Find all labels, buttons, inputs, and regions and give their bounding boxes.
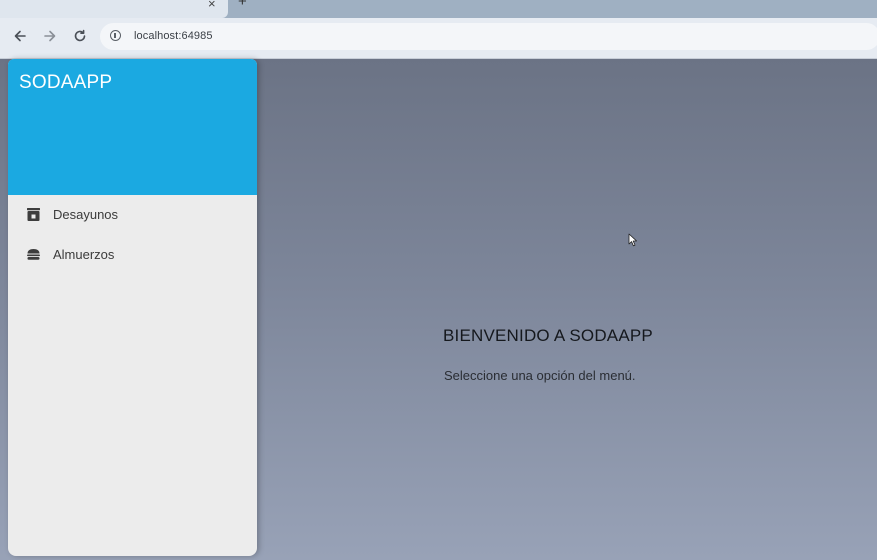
welcome-subtitle: Seleccione una opción del menú. — [444, 368, 636, 383]
url-text: localhost:64985 — [134, 30, 213, 42]
info-icon[interactable] — [110, 30, 121, 41]
navigation-drawer: SODAAPP Desayunos Almuerzos — [8, 59, 257, 556]
browser-toolbar: localhost:64985 — [0, 18, 877, 59]
welcome-title: BIENVENIDO A SODAAPP — [443, 326, 653, 345]
menu-item-label: Almuerzos — [53, 247, 115, 262]
new-tab-button[interactable]: + — [238, 0, 247, 9]
screen: × + localhost:64985 SODAAPP Desayunos Al… — [0, 0, 877, 560]
drawer-header: SODAAPP — [8, 59, 257, 195]
arrow-right-icon — [44, 30, 56, 42]
tab-close-icon[interactable]: × — [208, 0, 216, 11]
forward-button[interactable] — [40, 26, 60, 46]
address-bar[interactable]: localhost:64985 — [100, 23, 877, 50]
menu-item-almuerzos[interactable]: Almuerzos — [8, 236, 257, 274]
page-content: SODAAPP Desayunos Almuerzos BIENVENIDO A… — [0, 59, 877, 560]
storefront-icon — [27, 208, 40, 221]
main-area: BIENVENIDO A SODAAPP Seleccione una opci… — [257, 59, 877, 560]
browser-tab[interactable]: × — [0, 0, 228, 18]
app-title: SODAAPP — [19, 72, 113, 93]
reload-button[interactable] — [70, 26, 90, 46]
tab-strip: × + — [0, 0, 877, 18]
reload-icon — [74, 29, 86, 42]
menu-item-label: Desayunos — [53, 207, 119, 222]
arrow-left-icon — [14, 30, 26, 42]
menu-item-desayunos[interactable]: Desayunos — [8, 196, 257, 234]
mouse-cursor-icon — [628, 233, 637, 247]
back-button[interactable] — [10, 26, 30, 46]
burger-icon — [27, 249, 40, 260]
